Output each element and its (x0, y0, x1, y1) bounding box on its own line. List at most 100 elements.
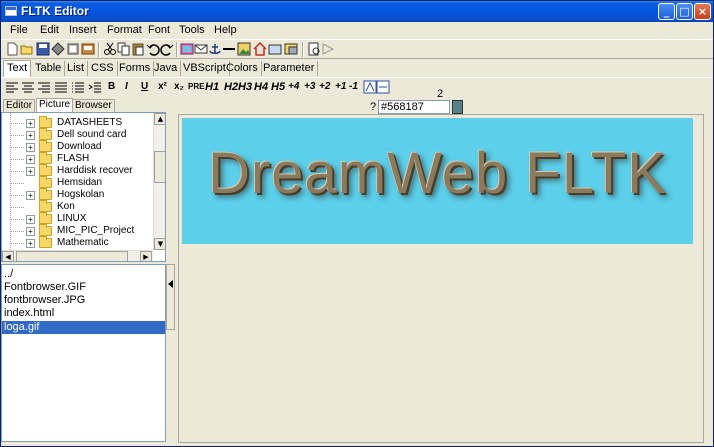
tree-item[interactable]: Hemsidan (2, 176, 152, 189)
find-icon[interactable] (307, 42, 321, 56)
picture-icon[interactable] (237, 42, 251, 56)
expand-icon[interactable]: + (26, 215, 35, 224)
file-item[interactable]: Fontbrowser.GIF (2, 281, 165, 294)
maximize-button[interactable]: □ (676, 3, 693, 20)
expand-icon[interactable]: + (26, 239, 35, 248)
menu-insert[interactable]: Insert (69, 24, 97, 36)
align-right-icon[interactable] (37, 80, 51, 94)
undo-icon[interactable] (146, 42, 160, 56)
menu-edit[interactable]: Edit (40, 24, 59, 36)
italic-button[interactable]: I (125, 80, 128, 94)
heading-h2-button[interactable]: H2 (224, 80, 238, 94)
size-plus1-button[interactable]: +1 (335, 80, 346, 94)
expand-icon[interactable]: + (26, 119, 35, 128)
preview-icon[interactable] (66, 42, 80, 56)
expand-icon[interactable]: + (26, 227, 35, 236)
size-plus2-button[interactable]: +2 (319, 80, 330, 94)
redo-icon[interactable] (160, 42, 174, 56)
save-icon[interactable] (36, 42, 50, 56)
collapse-arrow-icon[interactable] (168, 280, 173, 288)
tab-picture[interactable]: Picture (36, 98, 74, 112)
panel-splitter[interactable] (166, 264, 175, 330)
tree-item[interactable]: + DATASHEETS (2, 116, 152, 129)
heading-h3-button[interactable]: H3 (238, 80, 252, 94)
expand-icon[interactable]: + (26, 131, 35, 140)
close-button[interactable]: × (694, 3, 711, 20)
justify-icon[interactable] (54, 80, 68, 94)
arrow-icon[interactable] (321, 42, 335, 56)
indent-icon[interactable] (88, 80, 102, 94)
file-item[interactable]: fontbrowser.JPG (2, 294, 165, 307)
tab-browser[interactable]: Browser (72, 99, 115, 112)
tab-list[interactable]: List (64, 61, 89, 76)
scroll-right-icon[interactable]: ▶ (140, 251, 152, 261)
new-icon[interactable] (5, 42, 19, 56)
tree-item[interactable]: + Download (2, 140, 152, 153)
expand-icon[interactable]: + (26, 167, 35, 176)
tab-forms[interactable]: Forms (116, 61, 155, 76)
color-swatch[interactable] (452, 100, 463, 114)
tree-item[interactable]: + Mathematic (2, 236, 152, 249)
copy-icon[interactable] (117, 42, 131, 56)
menu-help[interactable]: Help (214, 24, 237, 36)
tab-editor[interactable]: Editor (3, 99, 36, 112)
browse-icon[interactable] (268, 42, 282, 56)
tree-horizontal-scrollbar[interactable]: ◀ ▶ (2, 250, 153, 261)
tab-colors[interactable]: Colors (223, 61, 262, 76)
print-icon[interactable] (51, 42, 65, 56)
expand-icon[interactable]: + (26, 191, 35, 200)
tab-css[interactable]: CSS (88, 61, 118, 76)
menu-format[interactable]: Format (107, 24, 142, 36)
scroll-thumb[interactable] (154, 151, 165, 183)
align-left-icon[interactable] (5, 80, 19, 94)
tab-parameter[interactable]: Parameter (260, 61, 319, 76)
tree-item[interactable]: + Dell sound card (2, 128, 152, 141)
file-item-selected[interactable]: loga.gif (2, 321, 165, 334)
editor-canvas[interactable]: DreamWeb FLTK (178, 114, 704, 443)
subscript-button[interactable]: x₂ (174, 80, 184, 94)
menu-font[interactable]: Font (148, 24, 170, 36)
file-item[interactable]: ../ (2, 268, 165, 281)
tree-item[interactable]: + LINUX (2, 212, 152, 225)
open-icon[interactable] (20, 42, 34, 56)
menu-tools[interactable]: Tools (179, 24, 205, 36)
scroll-down-icon[interactable]: ▼ (154, 238, 165, 250)
underline-button[interactable]: U (141, 80, 148, 94)
heading-h1-button[interactable]: H1 (205, 80, 219, 94)
anchor-icon[interactable] (208, 42, 222, 56)
align-center-icon[interactable] (21, 80, 35, 94)
bold-button[interactable]: B (108, 80, 115, 94)
bullet-list-icon[interactable] (71, 80, 85, 94)
scroll-left-icon[interactable]: ◀ (2, 251, 14, 261)
scroll-up-icon[interactable]: ▲ (154, 113, 165, 125)
spell-icon[interactable] (81, 42, 95, 56)
home-icon[interactable] (253, 42, 267, 56)
file-list[interactable]: ../ Fontbrowser.GIF fontbrowser.JPG inde… (1, 264, 166, 442)
cut-icon[interactable] (103, 42, 117, 56)
paste-icon[interactable] (131, 42, 145, 56)
pre-button[interactable]: PRE (188, 80, 204, 94)
tree-item[interactable]: + FLASH (2, 152, 152, 165)
color-value-input[interactable]: #568187 (378, 100, 450, 114)
email-icon[interactable] (194, 42, 208, 56)
heading-h4-button[interactable]: H4 (254, 80, 268, 94)
hr-icon[interactable] (222, 42, 236, 56)
tree-vertical-scrollbar[interactable]: ▲ ▼ (153, 113, 165, 250)
scroll-thumb-h[interactable] (16, 251, 128, 261)
file-item[interactable]: index.html (2, 307, 165, 320)
tab-text[interactable]: Text (3, 60, 32, 77)
size-minus1-button[interactable]: -1 (349, 80, 358, 94)
heading-h5-button[interactable]: H5 (271, 80, 285, 94)
folder-tree[interactable]: + DATASHEETS + Dell sound card + Download + FLA… (1, 112, 166, 262)
tab-table[interactable]: Table (32, 61, 66, 76)
tree-item[interactable]: Kon (2, 200, 152, 213)
minimize-button[interactable]: _ (658, 3, 675, 20)
superscript-button[interactable]: x² (158, 80, 167, 94)
tree-item[interactable]: + MIC_PIC_Project (2, 224, 152, 237)
tab-java[interactable]: Java (151, 61, 182, 76)
image-icon[interactable] (180, 42, 194, 56)
tree-item[interactable]: + Hogskolan (2, 188, 152, 201)
title-bar[interactable]: FLTK Editor _ □ × (1, 1, 713, 22)
size-plus3-button[interactable]: +3 (304, 80, 315, 94)
menu-file[interactable]: File (10, 24, 28, 36)
